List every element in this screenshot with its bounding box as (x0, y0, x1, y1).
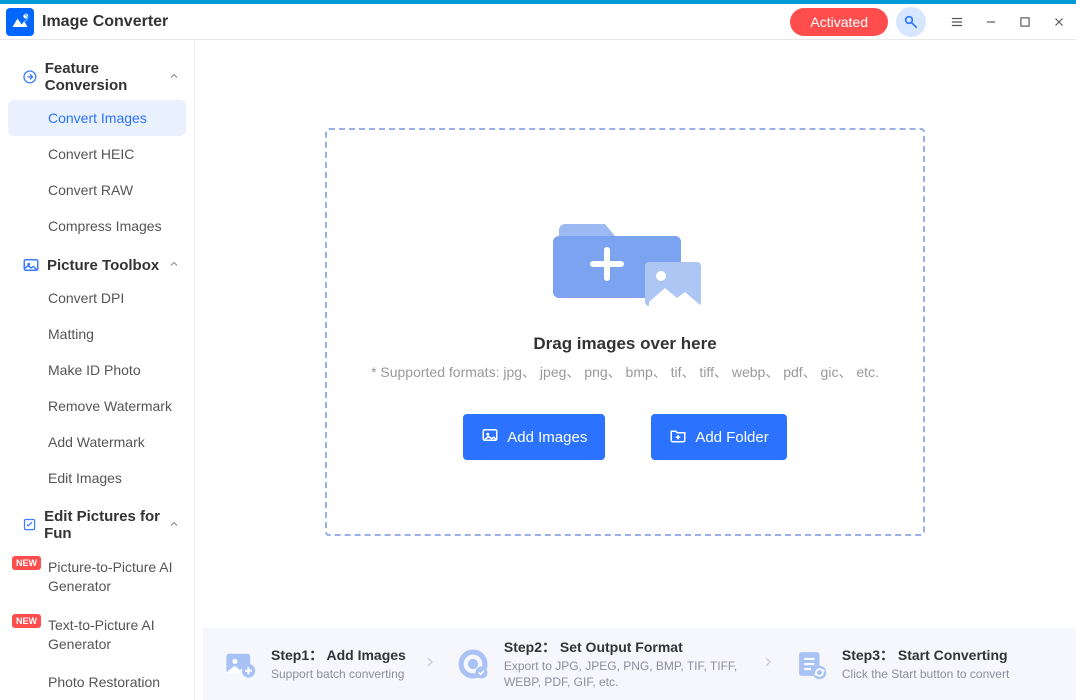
sidebar-item-label: Add Watermark (48, 434, 145, 450)
sidebar-item-label: Convert Images (48, 110, 147, 126)
titlebar: Image Converter Activated (0, 4, 1076, 40)
sidebar: Feature Conversion Convert Images Conver… (0, 40, 195, 700)
add-images-button[interactable]: Add Images (463, 414, 605, 460)
step-2: Step2： Set Output Format Export to JPG, … (454, 637, 744, 690)
sidebar-item-label: Convert RAW (48, 182, 133, 198)
feature-conversion-icon (22, 68, 38, 86)
sidebar-item-make-id-photo[interactable]: Make ID Photo (0, 352, 194, 388)
chevron-up-icon (168, 257, 180, 274)
group-label: Edit Pictures for Fun (44, 508, 168, 542)
sidebar-item-add-watermark[interactable]: Add Watermark (0, 424, 194, 460)
new-badge: NEW (12, 614, 41, 628)
group-label: Picture Toolbox (47, 257, 159, 274)
maximize-button[interactable] (1008, 7, 1042, 37)
chevron-up-icon (168, 69, 180, 86)
chevron-right-icon (422, 654, 438, 675)
sidebar-item-label: Picture-to-Picture AI Generator (48, 559, 173, 594)
sidebar-item-convert-dpi[interactable]: Convert DPI (0, 280, 194, 316)
group-feature-conversion[interactable]: Feature Conversion (0, 54, 194, 100)
step-1: Step1： Add Images Support batch converti… (221, 645, 406, 683)
sidebar-item-convert-heic[interactable]: Convert HEIC (0, 136, 194, 172)
image-icon (481, 426, 499, 448)
app-title: Image Converter (42, 13, 168, 31)
dropzone-formats: * Supported formats: jpg、 jpeg、 png、 bmp… (371, 362, 879, 382)
step-3: Step3： Start Converting Click the Start … (792, 645, 1009, 683)
folder-image-icon (545, 206, 705, 316)
sidebar-item-label: Remove Watermark (48, 398, 172, 414)
main-panel: Drag images over here * Supported format… (195, 40, 1076, 700)
sidebar-item-text-to-pic-ai[interactable]: NEW Text-to-Picture AI Generator (0, 606, 194, 664)
sidebar-item-label: Convert HEIC (48, 146, 134, 162)
menu-icon-button[interactable] (940, 7, 974, 37)
dropzone-title: Drag images over here (533, 334, 716, 354)
sidebar-item-remove-watermark[interactable]: Remove Watermark (0, 388, 194, 424)
sidebar-item-matting[interactable]: Matting (0, 316, 194, 352)
new-badge: NEW (12, 556, 41, 570)
steps-bar: Step1： Add Images Support batch converti… (203, 628, 1076, 700)
group-picture-toolbox[interactable]: Picture Toolbox (0, 250, 194, 280)
button-label: Add Images (507, 429, 587, 446)
step-subtitle: Click the Start button to convert (842, 667, 1009, 683)
group-label: Feature Conversion (45, 60, 168, 94)
start-converting-step-icon (792, 645, 830, 683)
step-title: Step3： Start Converting (842, 645, 1009, 665)
sidebar-item-pic-to-pic-ai[interactable]: NEW Picture-to-Picture AI Generator (0, 548, 194, 606)
step-subtitle: Support batch converting (271, 667, 406, 683)
sidebar-item-convert-images[interactable]: Convert Images (8, 100, 186, 136)
minimize-button[interactable] (974, 7, 1008, 37)
group-edit-pictures-fun[interactable]: Edit Pictures for Fun (0, 502, 194, 548)
chevron-up-icon (168, 517, 180, 534)
folder-plus-icon (669, 426, 687, 448)
sidebar-item-convert-raw[interactable]: Convert RAW (0, 172, 194, 208)
sidebar-item-label: Edit Images (48, 470, 122, 486)
key-icon-button[interactable] (896, 7, 926, 37)
sidebar-item-label: Convert DPI (48, 290, 124, 306)
output-format-step-icon (454, 645, 492, 683)
picture-toolbox-icon (22, 256, 40, 274)
step-subtitle: Export to JPG, JPEG, PNG, BMP, TIF, TIFF… (504, 659, 744, 690)
chevron-right-icon (760, 654, 776, 675)
close-button[interactable] (1042, 7, 1076, 37)
add-folder-button[interactable]: Add Folder (651, 414, 786, 460)
sidebar-item-label: Make ID Photo (48, 362, 141, 378)
add-images-step-icon (221, 645, 259, 683)
button-label: Add Folder (695, 429, 768, 446)
step-title: Step1： Add Images (271, 645, 406, 665)
sidebar-item-label: Compress Images (48, 218, 162, 234)
sidebar-item-label: Text-to-Picture AI Generator (48, 617, 155, 652)
sidebar-item-label: Photo Restoration (48, 674, 160, 690)
sidebar-item-photo-restoration[interactable]: Photo Restoration (0, 664, 194, 700)
dropzone[interactable]: Drag images over here * Supported format… (325, 128, 925, 536)
sidebar-item-compress-images[interactable]: Compress Images (0, 208, 194, 244)
edit-pictures-fun-icon (22, 516, 37, 534)
sidebar-item-label: Matting (48, 326, 94, 342)
app-logo-icon (6, 8, 34, 36)
step-title: Step2： Set Output Format (504, 637, 744, 657)
sidebar-item-edit-images[interactable]: Edit Images (0, 460, 194, 496)
activated-badge: Activated (790, 8, 888, 36)
